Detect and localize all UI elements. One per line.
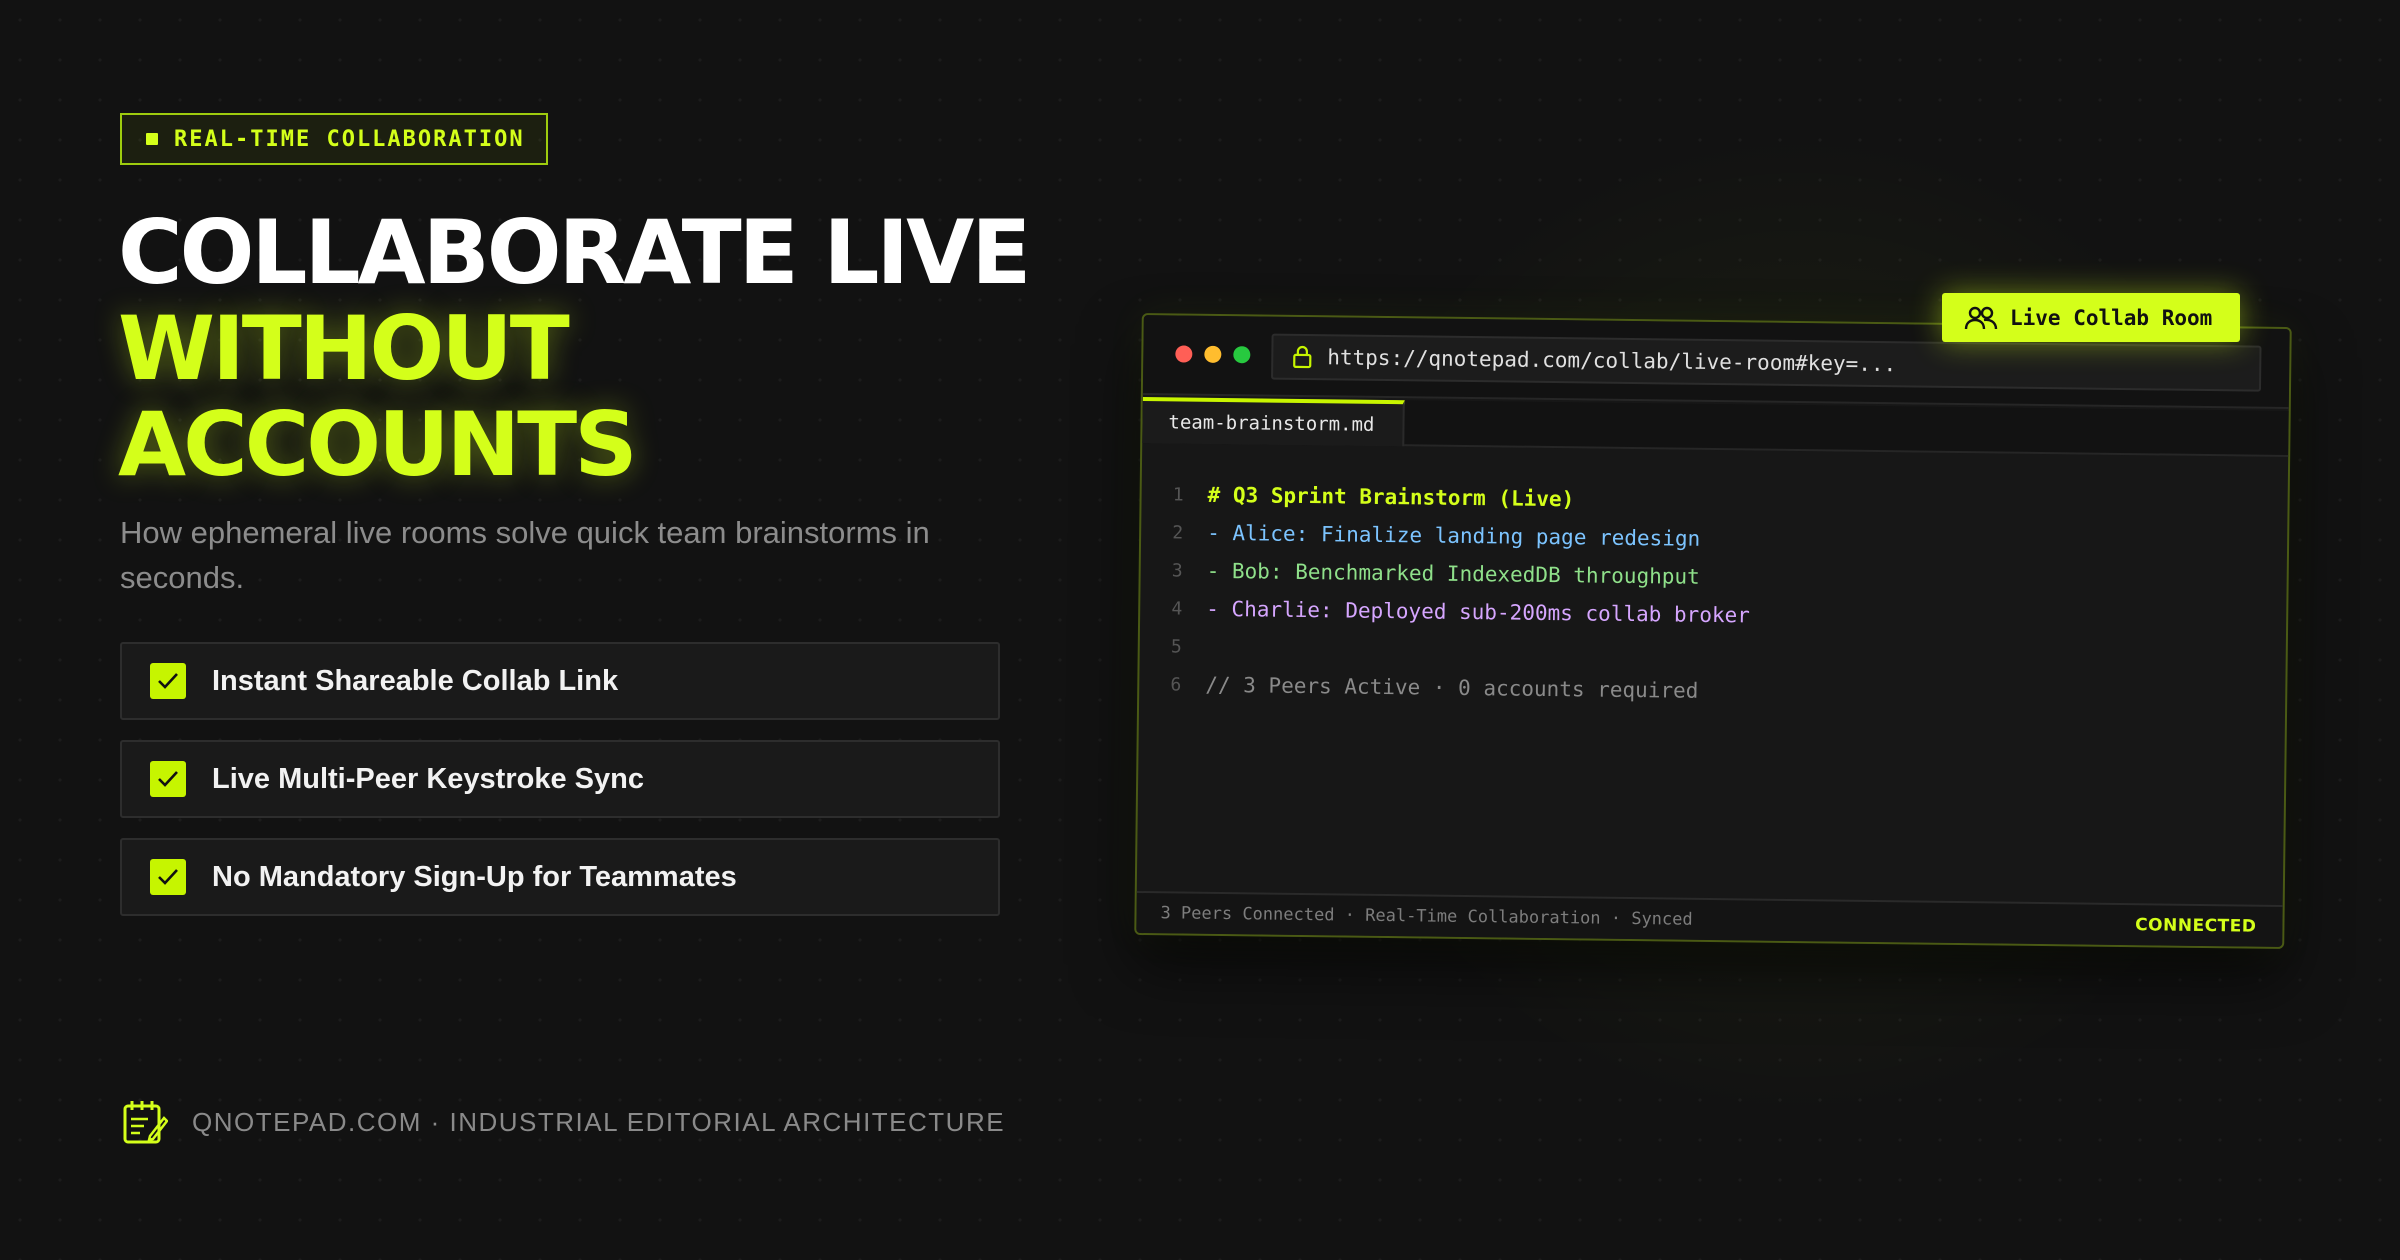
connection-status-badge: CONNECTED <box>2135 915 2257 937</box>
line-number: 4 <box>1171 597 1183 620</box>
code-text: - Alice: Finalize landing page redesign <box>1207 520 1701 551</box>
headline-line-3: ACCOUNTS <box>118 393 638 496</box>
code-text: - Bob: Benchmarked IndexedDB throughput <box>1206 558 1700 589</box>
line-number: 5 <box>1170 635 1182 658</box>
line-number: 1 <box>1172 483 1184 506</box>
headline: COLLABORATE LIVE WITHOUT ACCOUNTS <box>118 201 1031 496</box>
headline-line-2: WITHOUT <box>118 297 570 400</box>
feature-item-shareable-link: Instant Shareable Collab Link <box>120 642 1000 720</box>
code-area[interactable]: 1 # Q3 Sprint Brainstorm (Live) 2 - Alic… <box>1139 475 2288 717</box>
code-text: - Charlie: Deployed sub-200ms collab bro… <box>1206 596 1750 628</box>
footer: QNOTEPAD.COM · INDUSTRIAL EDITORIAL ARCH… <box>120 1096 1005 1148</box>
checkbox-checked-icon <box>150 663 186 699</box>
close-window-icon[interactable] <box>1175 345 1193 363</box>
category-badge: REAL-TIME COLLABORATION <box>120 113 548 165</box>
feature-item-no-signup: No Mandatory Sign-Up for Teammates <box>120 838 1000 916</box>
feature-label: No Mandatory Sign-Up for Teammates <box>212 860 737 893</box>
line-number: 2 <box>1172 521 1184 544</box>
code-text: # Q3 Sprint Brainstorm (Live) <box>1207 482 1575 512</box>
tab-label: team-brainstorm.md <box>1168 411 1375 436</box>
collab-tag-label: Live Collab Room <box>2010 305 2213 330</box>
checkbox-checked-icon <box>150 761 186 797</box>
maximize-window-icon[interactable] <box>1233 346 1251 364</box>
feature-label: Instant Shareable Collab Link <box>212 664 619 697</box>
square-dot-icon <box>146 133 158 145</box>
minimize-window-icon[interactable] <box>1204 345 1222 363</box>
url-bar[interactable]: https://qnotepad.com/collab/live-room#ke… <box>1271 333 2262 392</box>
tab-team-brainstorm[interactable]: team-brainstorm.md <box>1142 397 1405 447</box>
feature-item-keystroke-sync: Live Multi-Peer Keystroke Sync <box>120 740 1000 818</box>
line-number: 6 <box>1170 673 1182 696</box>
status-text: 3 Peers Connected · Real-Time Collaborat… <box>1160 903 1693 930</box>
line-number: 3 <box>1171 559 1183 582</box>
window-controls <box>1175 345 1251 364</box>
editor-window: https://qnotepad.com/collab/live-room#ke… <box>1134 312 2292 950</box>
status-bar: 3 Peers Connected · Real-Time Collaborat… <box>1136 890 2283 947</box>
url-text: https://qnotepad.com/collab/live-room#ke… <box>1327 345 1897 377</box>
headline-line-1: COLLABORATE LIVE <box>118 201 1031 304</box>
checkbox-checked-icon <box>150 859 186 895</box>
live-collab-room-tag: Live Collab Room <box>1942 293 2240 342</box>
code-text: // 3 Peers Active · 0 accounts required <box>1205 672 1699 703</box>
footer-text: QNOTEPAD.COM · INDUSTRIAL EDITORIAL ARCH… <box>192 1106 1006 1137</box>
subtitle: How ephemeral live rooms solve quick tea… <box>120 515 930 595</box>
badge-label: REAL-TIME COLLABORATION <box>174 126 525 152</box>
feature-label: Live Multi-Peer Keystroke Sync <box>212 762 644 795</box>
users-icon <box>1964 306 1998 329</box>
notepad-icon <box>123 1101 168 1144</box>
lock-icon <box>1293 345 1312 369</box>
